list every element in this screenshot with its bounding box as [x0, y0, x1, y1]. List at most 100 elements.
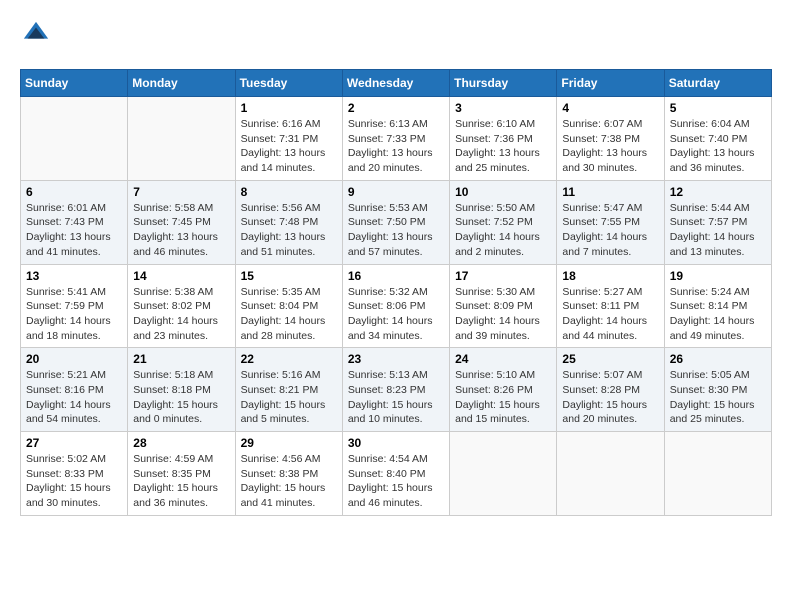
day-info: Sunrise: 6:07 AMSunset: 7:38 PMDaylight:… [562, 117, 658, 176]
day-number: 3 [455, 101, 551, 115]
day-number: 18 [562, 269, 658, 283]
day-number: 29 [241, 436, 337, 450]
logo [20, 20, 54, 53]
day-cell-21: 21 Sunrise: 5:18 AMSunset: 8:18 PMDayligh… [128, 348, 235, 432]
day-cell-12: 12 Sunrise: 5:44 AMSunset: 7:57 PMDayligh… [664, 180, 771, 264]
day-number: 5 [670, 101, 766, 115]
day-number: 22 [241, 352, 337, 366]
day-info: Sunrise: 5:56 AMSunset: 7:48 PMDaylight:… [241, 201, 337, 260]
day-info: Sunrise: 4:54 AMSunset: 8:40 PMDaylight:… [348, 452, 444, 511]
day-number: 17 [455, 269, 551, 283]
day-number: 2 [348, 101, 444, 115]
empty-cell [450, 432, 557, 516]
day-number: 1 [241, 101, 337, 115]
day-number: 9 [348, 185, 444, 199]
empty-cell [128, 97, 235, 181]
week-row-4: 20 Sunrise: 5:21 AMSunset: 8:16 PMDayligh… [21, 348, 772, 432]
day-info: Sunrise: 6:01 AMSunset: 7:43 PMDaylight:… [26, 201, 122, 260]
day-info: Sunrise: 5:41 AMSunset: 7:59 PMDaylight:… [26, 285, 122, 344]
day-number: 21 [133, 352, 229, 366]
day-cell-6: 6 Sunrise: 6:01 AMSunset: 7:43 PMDaylight… [21, 180, 128, 264]
day-info: Sunrise: 5:38 AMSunset: 8:02 PMDaylight:… [133, 285, 229, 344]
week-row-3: 13 Sunrise: 5:41 AMSunset: 7:59 PMDayligh… [21, 264, 772, 348]
day-cell-17: 17 Sunrise: 5:30 AMSunset: 8:09 PMDayligh… [450, 264, 557, 348]
day-cell-16: 16 Sunrise: 5:32 AMSunset: 8:06 PMDayligh… [342, 264, 449, 348]
day-info: Sunrise: 5:05 AMSunset: 8:30 PMDaylight:… [670, 368, 766, 427]
day-number: 16 [348, 269, 444, 283]
day-number: 7 [133, 185, 229, 199]
day-cell-18: 18 Sunrise: 5:27 AMSunset: 8:11 PMDayligh… [557, 264, 664, 348]
week-row-5: 27Sunrise: 5:02 AMSunset: 8:33 PMDayligh… [21, 432, 772, 516]
day-number: 24 [455, 352, 551, 366]
day-info: Sunrise: 5:35 AMSunset: 8:04 PMDaylight:… [241, 285, 337, 344]
day-cell-23: 23 Sunrise: 5:13 AMSunset: 8:23 PMDayligh… [342, 348, 449, 432]
day-number: 20 [26, 352, 122, 366]
day-cell-13: 13 Sunrise: 5:41 AMSunset: 7:59 PMDayligh… [21, 264, 128, 348]
day-info: Sunrise: 5:13 AMSunset: 8:23 PMDaylight:… [348, 368, 444, 427]
day-info: Sunrise: 5:18 AMSunset: 8:18 PMDaylight:… [133, 368, 229, 427]
day-cell-5: 5 Sunrise: 6:04 AMSunset: 7:40 PMDaylight… [664, 97, 771, 181]
day-info: Sunrise: 5:24 AMSunset: 8:14 PMDaylight:… [670, 285, 766, 344]
day-info: Sunrise: 4:56 AMSunset: 8:38 PMDaylight:… [241, 452, 337, 511]
day-cell-8: 8 Sunrise: 5:56 AMSunset: 7:48 PMDaylight… [235, 180, 342, 264]
day-number: 6 [26, 185, 122, 199]
week-row-2: 6 Sunrise: 6:01 AMSunset: 7:43 PMDaylight… [21, 180, 772, 264]
day-number: 12 [670, 185, 766, 199]
day-number: 27 [26, 436, 122, 450]
empty-cell [21, 97, 128, 181]
weekday-header-sunday: Sunday [21, 70, 128, 97]
day-number: 19 [670, 269, 766, 283]
empty-cell [557, 432, 664, 516]
logo-icon [22, 20, 50, 48]
day-cell-14: 14 Sunrise: 5:38 AMSunset: 8:02 PMDayligh… [128, 264, 235, 348]
day-cell-15: 15 Sunrise: 5:35 AMSunset: 8:04 PMDayligh… [235, 264, 342, 348]
day-number: 15 [241, 269, 337, 283]
day-cell-4: 4 Sunrise: 6:07 AMSunset: 7:38 PMDaylight… [557, 97, 664, 181]
day-cell-27: 27Sunrise: 5:02 AMSunset: 8:33 PMDayligh… [21, 432, 128, 516]
day-number: 14 [133, 269, 229, 283]
day-number: 4 [562, 101, 658, 115]
day-cell-9: 9Sunrise: 5:53 AMSunset: 7:50 PMDaylight… [342, 180, 449, 264]
day-cell-29: 29 Sunrise: 4:56 AMSunset: 8:38 PMDayligh… [235, 432, 342, 516]
day-info: Sunrise: 5:21 AMSunset: 8:16 PMDaylight:… [26, 368, 122, 427]
day-info: Sunrise: 6:13 AMSunset: 7:33 PMDaylight:… [348, 117, 444, 176]
day-number: 25 [562, 352, 658, 366]
day-cell-26: 26 Sunrise: 5:05 AMSunset: 8:30 PMDayligh… [664, 348, 771, 432]
calendar-table: SundayMondayTuesdayWednesdayThursdayFrid… [20, 69, 772, 516]
day-info: Sunrise: 6:16 AMSunset: 7:31 PMDaylight:… [241, 117, 337, 176]
weekday-header-row: SundayMondayTuesdayWednesdayThursdayFrid… [21, 70, 772, 97]
day-info: Sunrise: 5:58 AMSunset: 7:45 PMDaylight:… [133, 201, 229, 260]
day-number: 10 [455, 185, 551, 199]
empty-cell [664, 432, 771, 516]
day-number: 23 [348, 352, 444, 366]
day-cell-20: 20 Sunrise: 5:21 AMSunset: 8:16 PMDayligh… [21, 348, 128, 432]
day-info: Sunrise: 6:10 AMSunset: 7:36 PMDaylight:… [455, 117, 551, 176]
weekday-header-tuesday: Tuesday [235, 70, 342, 97]
day-cell-10: 10 Sunrise: 5:50 AMSunset: 7:52 PMDayligh… [450, 180, 557, 264]
day-info: Sunrise: 5:10 AMSunset: 8:26 PMDaylight:… [455, 368, 551, 427]
day-cell-3: 3 Sunrise: 6:10 AMSunset: 7:36 PMDaylight… [450, 97, 557, 181]
day-info: Sunrise: 5:07 AMSunset: 8:28 PMDaylight:… [562, 368, 658, 427]
day-info: Sunrise: 6:04 AMSunset: 7:40 PMDaylight:… [670, 117, 766, 176]
day-info: Sunrise: 5:32 AMSunset: 8:06 PMDaylight:… [348, 285, 444, 344]
day-cell-22: 22Sunrise: 5:16 AMSunset: 8:21 PMDayligh… [235, 348, 342, 432]
day-number: 13 [26, 269, 122, 283]
week-row-1: 1 Sunrise: 6:16 AMSunset: 7:31 PMDaylight… [21, 97, 772, 181]
day-number: 26 [670, 352, 766, 366]
day-cell-25: 25 Sunrise: 5:07 AMSunset: 8:28 PMDayligh… [557, 348, 664, 432]
day-info: Sunrise: 5:47 AMSunset: 7:55 PMDaylight:… [562, 201, 658, 260]
day-cell-24: 24 Sunrise: 5:10 AMSunset: 8:26 PMDayligh… [450, 348, 557, 432]
day-info: Sunrise: 5:27 AMSunset: 8:11 PMDaylight:… [562, 285, 658, 344]
day-cell-28: 28Sunrise: 4:59 AMSunset: 8:35 PMDayligh… [128, 432, 235, 516]
day-cell-7: 7 Sunrise: 5:58 AMSunset: 7:45 PMDaylight… [128, 180, 235, 264]
day-number: 30 [348, 436, 444, 450]
weekday-header-monday: Monday [128, 70, 235, 97]
day-info: Sunrise: 4:59 AMSunset: 8:35 PMDaylight:… [133, 452, 229, 511]
weekday-header-thursday: Thursday [450, 70, 557, 97]
day-info: Sunrise: 5:44 AMSunset: 7:57 PMDaylight:… [670, 201, 766, 260]
day-number: 8 [241, 185, 337, 199]
day-cell-30: 30 Sunrise: 4:54 AMSunset: 8:40 PMDayligh… [342, 432, 449, 516]
day-info: Sunrise: 5:50 AMSunset: 7:52 PMDaylight:… [455, 201, 551, 260]
day-cell-19: 19 Sunrise: 5:24 AMSunset: 8:14 PMDayligh… [664, 264, 771, 348]
day-info: Sunrise: 5:30 AMSunset: 8:09 PMDaylight:… [455, 285, 551, 344]
